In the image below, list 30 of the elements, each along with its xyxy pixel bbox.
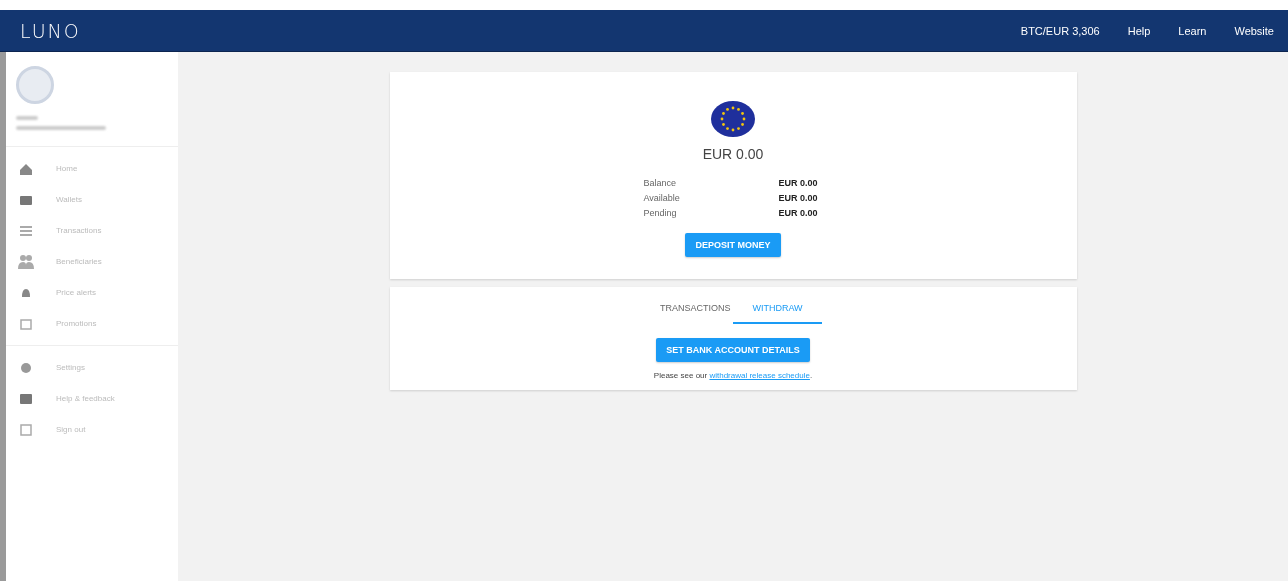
logo[interactable]: LUNO <box>20 19 81 42</box>
sidebar-item[interactable]: Help & feedback <box>6 383 178 414</box>
tab[interactable]: TRANSACTIONS <box>644 297 733 324</box>
balance-value: EUR 0.00 <box>778 178 819 188</box>
schedule-link[interactable]: withdrawal release schedule <box>709 371 810 380</box>
redacted-text <box>16 116 38 120</box>
bank-details-button[interactable]: SET BANK ACCOUNT DETAILS <box>656 338 810 362</box>
nav-link[interactable]: Help <box>1127 24 1151 37</box>
nav-link[interactable]: Website <box>1234 24 1274 37</box>
sidebar-item[interactable]: Wallets <box>6 184 178 215</box>
avatar <box>16 66 54 104</box>
nav-link[interactable]: Learn <box>1178 24 1207 37</box>
sidebar-item[interactable]: Beneficiaries <box>6 246 178 277</box>
sidebar-item[interactable]: Home <box>6 153 178 184</box>
balance-label: Pending <box>643 208 678 218</box>
people-icon <box>18 253 34 270</box>
balance-value: EUR 0.00 <box>778 193 819 203</box>
balance-label: Available <box>643 193 681 203</box>
balance-label: Balance <box>643 178 678 188</box>
nav-link[interactable]: BTC/EUR 3,306 <box>1020 24 1100 37</box>
sidebar-item[interactable]: Price alerts <box>6 277 178 308</box>
tab[interactable]: WITHDRAW <box>733 297 822 324</box>
wallet-total: EUR 0.00 <box>702 146 764 162</box>
sidebar-item[interactable]: Transactions <box>6 215 178 246</box>
sidebar-item[interactable]: Settings <box>6 352 178 383</box>
sidebar-item[interactable]: Promotions <box>6 308 178 339</box>
schedule-note: Please see our withdrawal release schedule. <box>653 371 813 380</box>
balance-value: EUR 0.00 <box>778 208 819 218</box>
eu-flag-icon <box>710 100 756 138</box>
deposit-button[interactable]: DEPOSIT MONEY <box>685 233 781 257</box>
